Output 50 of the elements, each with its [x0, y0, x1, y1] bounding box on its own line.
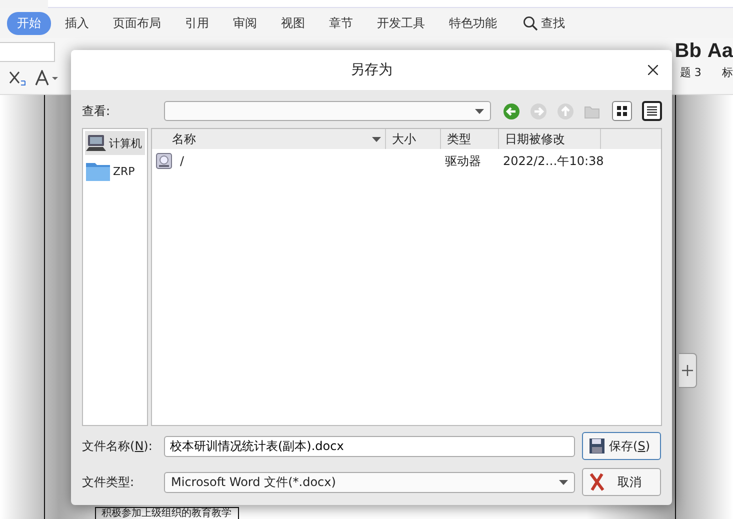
list-icon [647, 106, 657, 116]
file-name-label: 文件名称(N): [82, 438, 154, 454]
folder-icon [86, 161, 110, 181]
grid-icon [617, 106, 627, 116]
icon-view-button[interactable] [612, 101, 632, 121]
file-type-cell-text: 驱动器 [444, 152, 482, 170]
style-preview[interactable]: Aa [707, 40, 733, 63]
back-button[interactable] [501, 102, 521, 120]
place-label: 计算机 [109, 136, 142, 150]
cancel-button[interactable]: 取消 [582, 468, 661, 496]
place-item[interactable]: 计算机 [85, 131, 145, 155]
table-cell: 积极参加上级组织的教育教学 [94, 507, 238, 519]
ribbon-tab[interactable]: 引用 [175, 12, 219, 34]
add-button[interactable] [679, 353, 697, 388]
column-header[interactable]: 类型 [441, 129, 499, 149]
drive-icon [156, 153, 172, 169]
ribbon-tab[interactable]: 章节 [319, 12, 363, 34]
column-header[interactable]: 名称 [152, 129, 386, 149]
place-label: ZRP [113, 164, 135, 178]
caret-icon [475, 108, 484, 114]
search-icon [523, 16, 538, 30]
detail-view-button[interactable] [642, 101, 662, 121]
column-header[interactable]: 日期被修改 [499, 129, 601, 149]
save-button[interactable]: 保存(S) [582, 432, 661, 460]
look-in-label: 查看: [82, 102, 112, 120]
file-type-label: 文件类型: [82, 474, 136, 490]
ribbon-tab[interactable]: 插入 [55, 12, 99, 34]
cross-icon [589, 473, 605, 491]
ribbon-tab[interactable]: 视图 [271, 12, 315, 34]
file-type-dropdown[interactable]: Microsoft Word 文件(*.docx) [164, 472, 575, 492]
search-button[interactable]: 查找 [517, 14, 571, 32]
close-button[interactable] [648, 65, 658, 75]
style-caption: 标 [722, 65, 733, 80]
style-caption: 题 3 [680, 65, 702, 80]
dialog-title: 另存为 [350, 61, 392, 79]
ribbon-tab[interactable]: 审阅 [223, 12, 267, 34]
ribbon-tab[interactable]: 特色功能 [439, 12, 507, 34]
plus-icon [682, 365, 693, 376]
column-header[interactable]: 大小 [386, 129, 441, 149]
ribbon-tab[interactable]: 开发工具 [367, 12, 435, 34]
file-name-cell[interactable]: / [152, 153, 386, 169]
file-name-field[interactable]: 校本研训情况统计表(副本).docx [164, 436, 575, 456]
date-cell-text: 2022/2…午10:38 [502, 152, 601, 170]
ribbon-tab[interactable]: 页面布局 [103, 12, 171, 34]
floppy-icon [589, 438, 605, 454]
close-icon [648, 65, 658, 75]
caret-icon [559, 480, 568, 484]
style-preview[interactable]: Bb [674, 40, 702, 63]
computer-icon [86, 134, 106, 152]
place-item[interactable]: ZRP [85, 158, 145, 184]
